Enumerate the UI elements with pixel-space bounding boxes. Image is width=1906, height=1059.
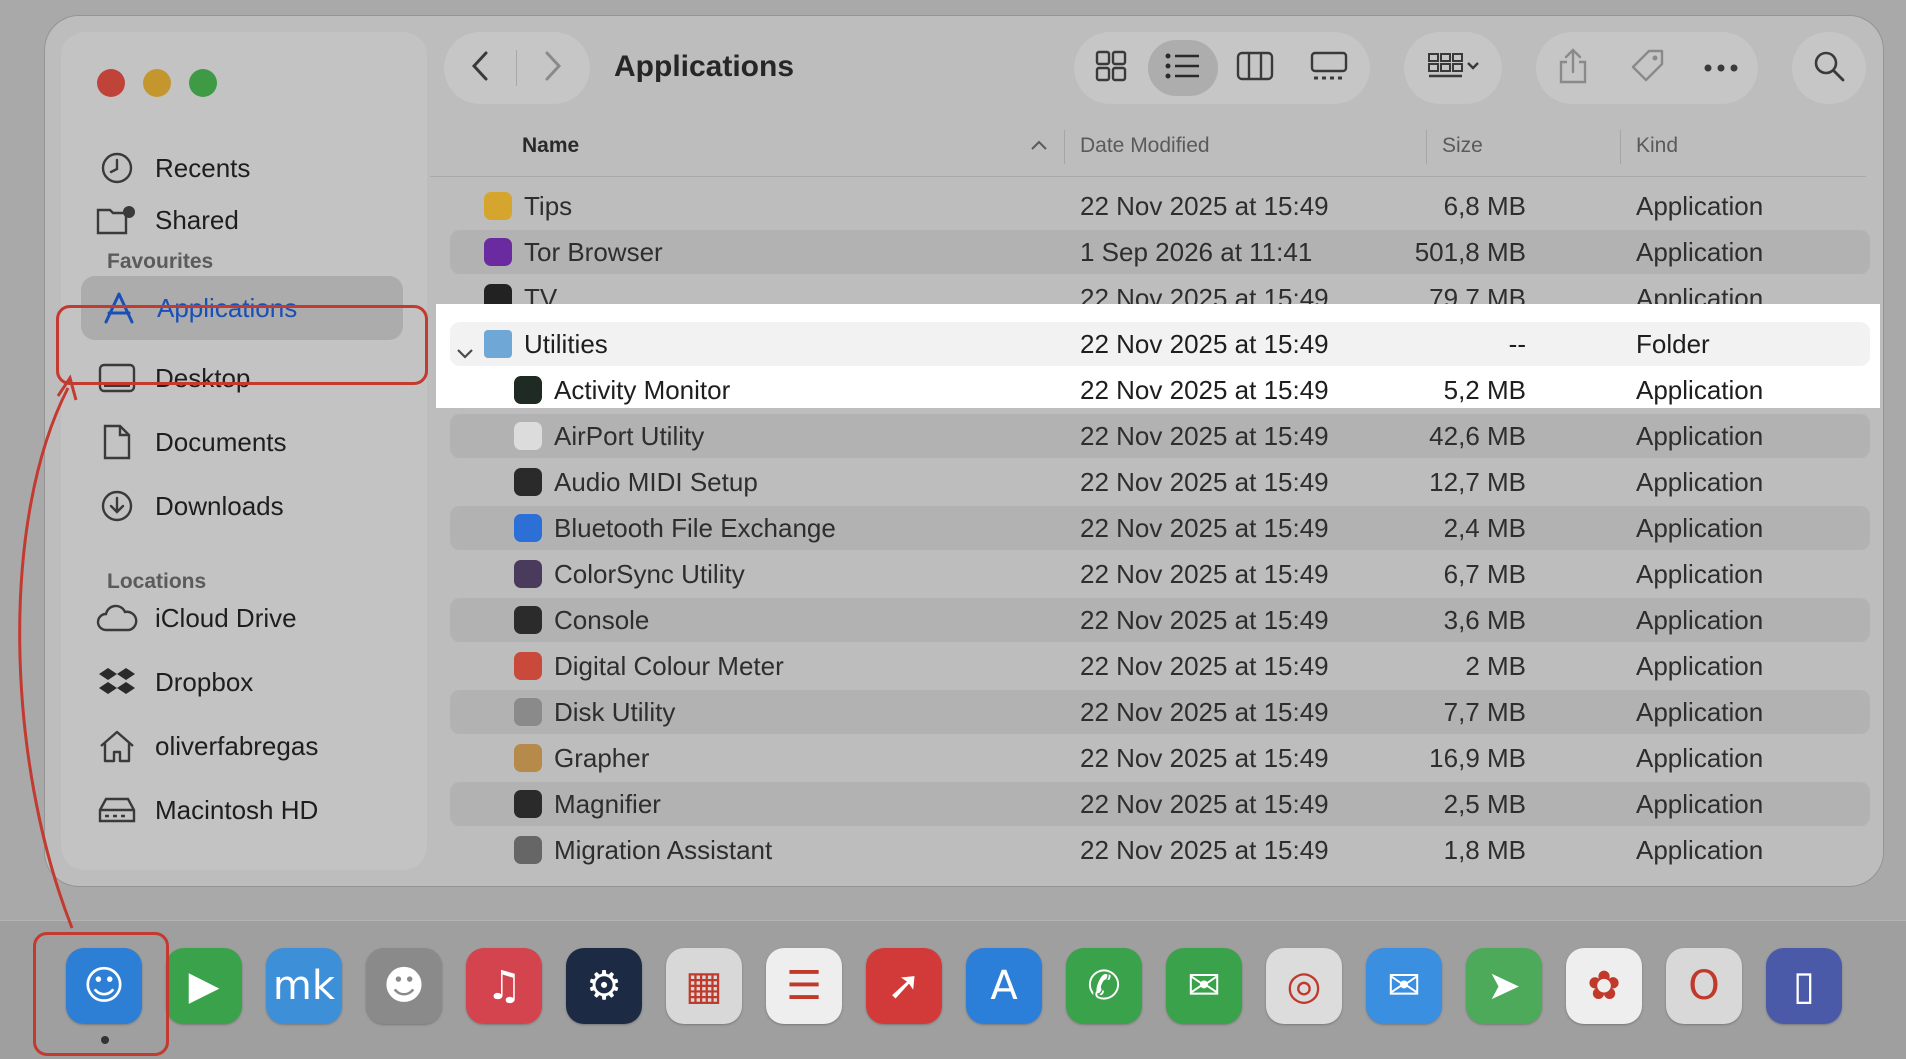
annotation-arrow [18,374,78,929]
